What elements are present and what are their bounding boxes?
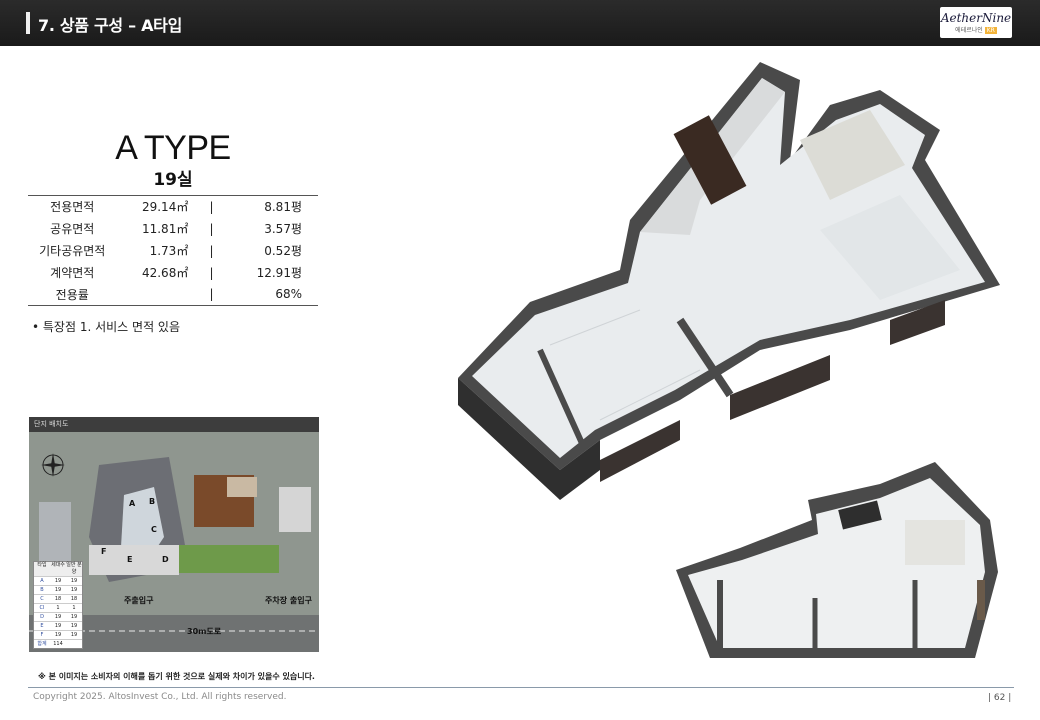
copyright: Copyright 2025. AltosInvest Co., Ltd. Al…: [33, 692, 287, 702]
footer-divider: [28, 687, 1014, 688]
floor-plan-illustration: [458, 62, 1000, 658]
page-number: | 62 |: [988, 693, 1012, 703]
disclaimer: ※ 본 이미지는 소비자의 이해를 돕기 위한 것으로 실제와 차이가 있을수 …: [38, 672, 315, 681]
